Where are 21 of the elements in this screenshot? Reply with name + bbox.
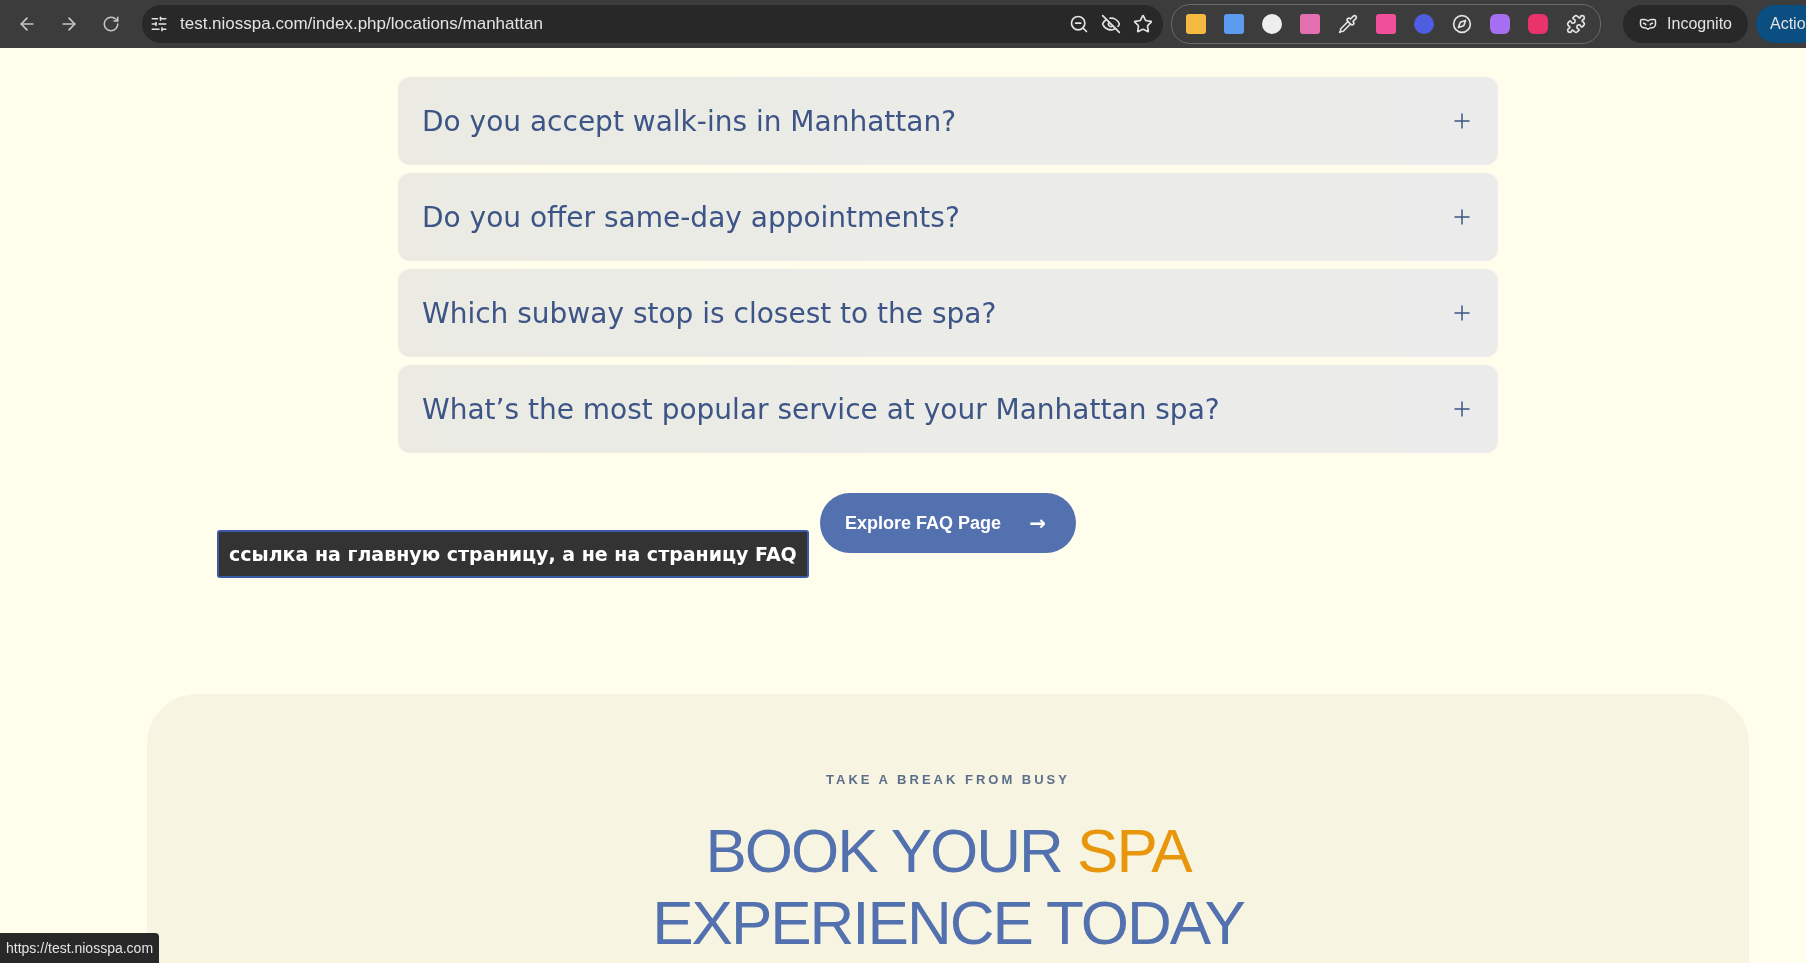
eyedropper-icon[interactable]	[1338, 14, 1359, 34]
action-button[interactable]: Actio	[1756, 5, 1806, 43]
reload-icon	[102, 15, 120, 33]
compass-icon[interactable]	[1452, 14, 1473, 34]
incognito-button[interactable]: Incognito	[1623, 5, 1748, 43]
annotation-tooltip: ссылка на главную страницу, а не на страницу FAQ	[217, 530, 809, 578]
zoom-icon[interactable]	[1069, 14, 1090, 34]
address-bar[interactable]: test.niosspa.com/index.php/locations/manhattan	[142, 5, 1164, 43]
url-text: test.niosspa.com/index.php/locations/manhattan	[180, 14, 544, 34]
eyebrow-text: TAKE A BREAK FROM BUSY	[826, 772, 1070, 787]
bookmark-star-icon[interactable]	[1133, 14, 1154, 34]
booking-heading: BOOK YOUR SPA EXPERIENCE TODAY	[652, 815, 1244, 959]
site-settings-icon[interactable]	[150, 15, 168, 33]
faq-item[interactable]: Which subway stop is closest to the spa?	[398, 269, 1498, 357]
extensions-icon[interactable]	[1566, 14, 1587, 34]
status-url: https://test.niosspa.com	[0, 933, 160, 963]
faq-item[interactable]: What’s the most popular service at your Manhattan spa?	[398, 365, 1498, 453]
faq-item[interactable]: Do you offer same-day appointments?	[398, 173, 1498, 261]
explore-faq-button[interactable]: Explore FAQ Page →	[820, 493, 1076, 553]
eye-off-icon[interactable]	[1101, 14, 1122, 34]
faq-item[interactable]: Do you accept walk-ins in Manhattan?	[398, 77, 1498, 165]
